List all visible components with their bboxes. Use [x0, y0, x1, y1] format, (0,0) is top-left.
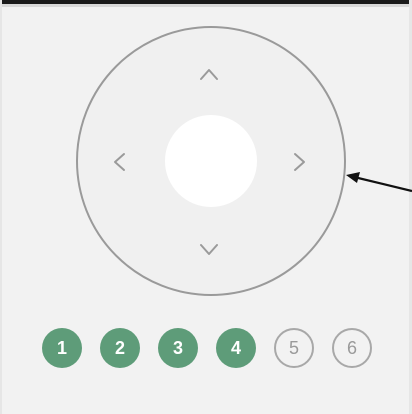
dpad-center-button[interactable] [165, 115, 257, 207]
step-4[interactable]: 4 [216, 328, 256, 368]
chevron-right-icon [293, 152, 307, 172]
step-2[interactable]: 2 [100, 328, 140, 368]
arrow-left-icon [340, 166, 412, 206]
chevron-left-icon [112, 152, 126, 172]
top-border-shadow [0, 4, 412, 7]
dpad-down-button[interactable] [189, 230, 229, 270]
dpad-right-button[interactable] [280, 142, 320, 182]
chevron-up-icon [199, 67, 219, 81]
step-indicator: 1 2 3 4 5 6 [42, 328, 372, 368]
step-3[interactable]: 3 [158, 328, 198, 368]
dpad-up-button[interactable] [189, 54, 229, 94]
dpad-left-button[interactable] [99, 142, 139, 182]
step-5[interactable]: 5 [274, 328, 314, 368]
step-1[interactable]: 1 [42, 328, 82, 368]
chevron-down-icon [199, 243, 219, 257]
step-6[interactable]: 6 [332, 328, 372, 368]
left-edge [0, 0, 2, 414]
